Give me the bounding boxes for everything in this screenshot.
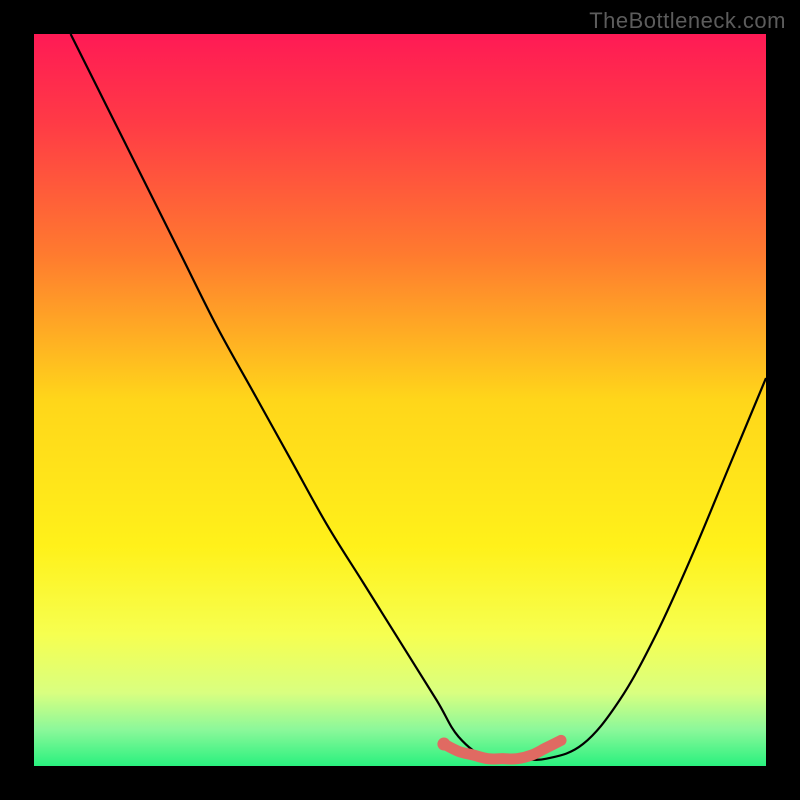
gradient-background — [34, 34, 766, 766]
plot-area — [34, 34, 766, 766]
watermark-text: TheBottleneck.com — [589, 8, 786, 34]
chart-frame: TheBottleneck.com — [0, 0, 800, 800]
optimal-start-dot — [437, 738, 450, 751]
bottleneck-chart — [34, 34, 766, 766]
